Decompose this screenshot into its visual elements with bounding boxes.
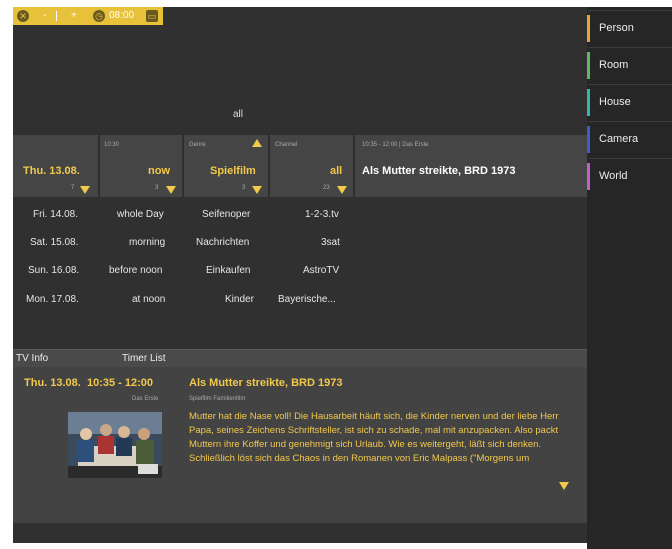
close-icon[interactable]: ✕ (17, 10, 29, 22)
channel-option[interactable]: 3sat (321, 237, 340, 248)
minus-button[interactable]: - (43, 7, 46, 25)
scroll-down-icon[interactable] (559, 482, 569, 490)
genre-header: Genre (189, 142, 206, 148)
sidebar-item-room[interactable]: Room (587, 47, 672, 84)
program-subgenre: Spielfilm Familienfilm (189, 396, 246, 402)
filter-bar: Thu. 13.08. 7 10:30 now 3 Genre Spielfil… (13, 135, 587, 197)
channel-filter[interactable]: Channel all 23 (270, 135, 353, 197)
genre-option[interactable]: Seifenoper (202, 209, 250, 220)
date-dropdown-icon[interactable] (80, 186, 90, 194)
tab-tv-info[interactable]: TV Info (16, 350, 48, 367)
channel-count: 23 (323, 185, 330, 191)
program-channel: Das Erste (132, 396, 159, 402)
program-info-panel: Thu. 13.08. 10:35 - 12:00 Das Erste Als … (13, 367, 587, 523)
date-value: Thu. 13.08. (23, 165, 80, 177)
channel-value: all (330, 165, 343, 177)
time-option[interactable]: before noon (109, 265, 162, 276)
sidebar-item-world[interactable]: World (587, 158, 672, 195)
program-thumbnail (68, 412, 162, 478)
tv-icon[interactable]: ▭ (146, 10, 158, 22)
channel-filter-label: all (233, 109, 244, 120)
program-title: Als Mutter streikte, BRD 1973 (362, 165, 516, 177)
channel-option[interactable]: Bayerische... (278, 294, 336, 305)
date-option[interactable]: Fri. 14.08. (33, 209, 78, 220)
genre-option[interactable]: Kinder (225, 294, 254, 305)
date-option[interactable]: Sat. 15.08. (30, 237, 78, 248)
time-value: now (148, 165, 170, 177)
date-option[interactable]: Sun. 16.08. (28, 265, 79, 276)
bottom-bar (13, 523, 587, 543)
info-tabs: TV Info Timer List (13, 349, 587, 367)
time-filter[interactable]: 10:30 now 3 (100, 135, 182, 197)
genre-option[interactable]: Nachrichten (196, 237, 249, 248)
time-option[interactable]: morning (129, 237, 165, 248)
time-option[interactable]: whole Day (117, 209, 164, 220)
time-count: 3 (155, 185, 159, 191)
sidebar-item-camera[interactable]: Camera (587, 121, 672, 158)
channel-header: Channel (275, 142, 298, 148)
program-date-time: Thu. 13.08. 10:35 - 12:00 (24, 377, 154, 389)
time-dropdown-icon[interactable] (166, 186, 176, 194)
divider (56, 11, 57, 21)
top-control-bar: ✕ - + ◷ 08:00 ▭ (13, 7, 163, 25)
sidebar-item-house[interactable]: House (587, 84, 672, 121)
genre-option[interactable]: Einkaufen (206, 265, 250, 276)
genre-dropdown-icon[interactable] (252, 186, 262, 194)
genre-value: Spielfilm (210, 165, 256, 177)
channel-dropdown-icon[interactable] (337, 186, 347, 194)
channel-option[interactable]: AstroTV (303, 265, 339, 276)
tv-guide-panel: ✕ - + ◷ 08:00 ▭ all Thu. 13.08. 7 10:30 … (13, 7, 587, 543)
time-header: 10:30 (104, 142, 120, 148)
sidebar-item-person[interactable]: Person (587, 10, 672, 47)
program-description: Mutter hat die Nase voll! Die Hausarbeit… (189, 411, 559, 464)
channel-option[interactable]: 1-2-3.tv (305, 209, 339, 220)
time-option[interactable]: at noon (132, 294, 165, 305)
plus-button[interactable]: + (71, 7, 77, 25)
date-count: 7 (71, 185, 75, 191)
category-sidebar: Person Room House Camera World (587, 7, 672, 549)
time-display: 08:00 (109, 10, 135, 21)
genre-filter[interactable]: Genre Spielfilm 3 (184, 135, 268, 197)
date-filter[interactable]: Thu. 13.08. 7 (13, 135, 98, 197)
program-filter[interactable]: 10:35 - 12:00 | Das Erste Als Mutter str… (355, 135, 587, 197)
date-option[interactable]: Mon. 17.08. (26, 294, 79, 305)
clock-icon: ◷ (93, 10, 105, 22)
genre-scroll-up-icon[interactable] (252, 139, 262, 147)
program-title: Als Mutter streikte, BRD 1973 (189, 377, 343, 389)
program-header: 10:35 - 12:00 | Das Erste (362, 142, 429, 148)
tab-timer-list[interactable]: Timer List (122, 350, 166, 367)
genre-count: 3 (242, 185, 246, 191)
